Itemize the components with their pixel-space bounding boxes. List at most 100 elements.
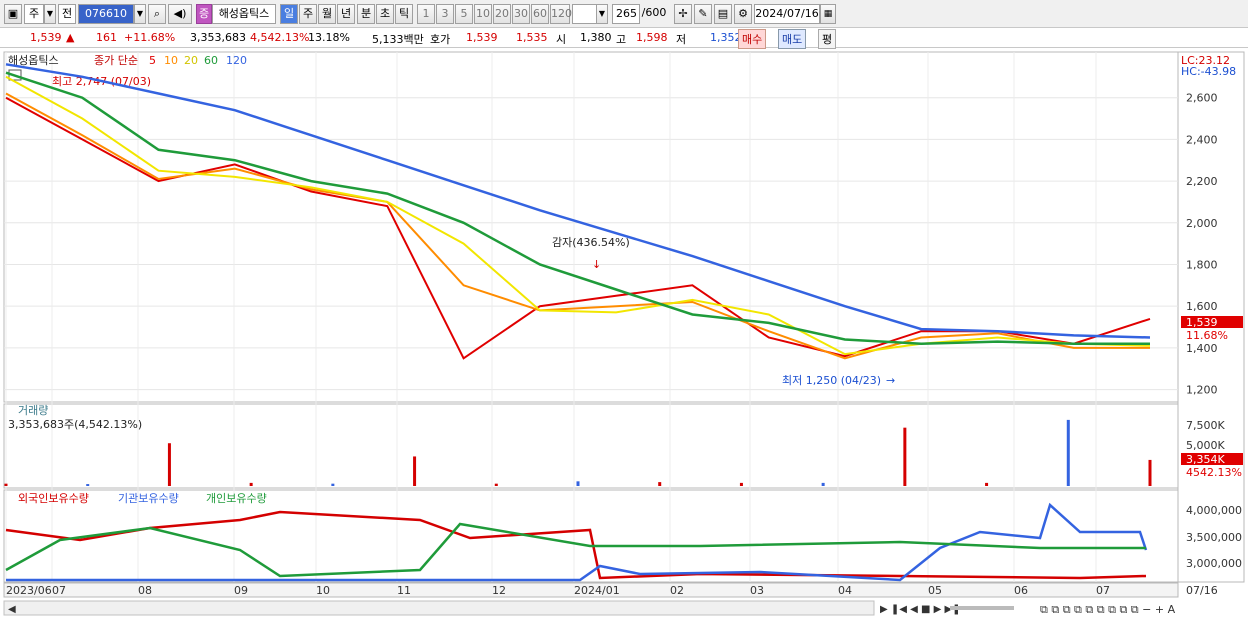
price-tick: 2,200 — [1186, 175, 1218, 188]
scroll-left-icon[interactable]: ◀ — [8, 604, 16, 615]
x-label: 06 — [1014, 584, 1028, 597]
range-total: /600 — [641, 6, 667, 19]
chevron-down-icon[interactable]: ▼ — [134, 4, 146, 24]
window-icons[interactable]: ⧉ ⧉ ⧉ ⧉ ⧉ ⧉ ⧉ ⧉ ⧉ − + A — [1040, 603, 1176, 616]
price-tick: 2,600 — [1186, 92, 1218, 105]
count-button[interactable]: 30 — [512, 4, 530, 24]
x-label: 07 — [52, 584, 66, 597]
volume-bar — [167, 443, 171, 486]
scrollbar-track[interactable] — [3, 600, 875, 616]
price-tick: 1,400 — [1186, 342, 1218, 355]
x-label: 11 — [397, 584, 411, 597]
x-label: 10 — [316, 584, 330, 597]
volume-bar — [985, 482, 989, 486]
period-tab[interactable]: 일 — [280, 4, 298, 24]
price-panel[interactable] — [3, 51, 1179, 403]
speaker-icon[interactable]: ◀) — [168, 4, 192, 24]
last-pct: 11.68% — [1186, 329, 1228, 342]
ask: 1,535 — [516, 31, 548, 44]
holding-tick: 4,000,000 — [1186, 504, 1242, 517]
count-button[interactable]: 20 — [493, 4, 511, 24]
count-button[interactable]: 120 — [550, 4, 572, 24]
volume-pct: 4,542.13% — [250, 31, 310, 44]
legend-institution: 기관보유수량 — [118, 492, 179, 505]
volume-bar — [331, 483, 335, 486]
last-price: 1,539 — [1186, 316, 1218, 329]
volume-bar — [86, 484, 90, 486]
volume-bar — [4, 483, 8, 486]
toolbar: ▣ 주 ▼ 전 076610 ▼ ⌕ ◀) 증 해성옵틱스 일 주 월 년 분 … — [0, 0, 1248, 28]
x-label: 2023/06 — [6, 584, 52, 597]
date-input[interactable]: 2024/07/16 — [754, 4, 820, 24]
count-button[interactable]: 1 — [417, 4, 435, 24]
volume-bar — [1148, 459, 1152, 486]
up-triangle-icon: ▲ — [66, 31, 75, 44]
low: 1,352 — [710, 31, 742, 44]
draw-icon[interactable]: ✎ — [694, 4, 712, 24]
buy-button[interactable]: 매수 — [738, 29, 767, 49]
holding-tick: 3,500,000 — [1186, 531, 1242, 544]
x-label: 04 — [838, 584, 852, 597]
period-tab[interactable]: 월 — [318, 4, 336, 24]
volume-panel[interactable] — [3, 403, 1179, 489]
count-button[interactable]: 5 — [455, 4, 473, 24]
x-axis-right-label: 07/16 — [1186, 584, 1218, 597]
period-tab[interactable]: 년 — [337, 4, 355, 24]
code-input[interactable]: 076610 — [78, 4, 134, 24]
x-label: 09 — [234, 584, 248, 597]
period-tab[interactable]: 분 — [357, 4, 375, 24]
volume-bar — [494, 483, 498, 486]
count-button[interactable]: 3 — [436, 4, 454, 24]
x-label: 08 — [138, 584, 152, 597]
sell-button[interactable]: 매도 — [778, 29, 807, 49]
last-volume: 3,354K — [1186, 453, 1225, 466]
play-icon[interactable]: ▶ ❚◀ ◀ ■ ▶ ▶❚ — [880, 604, 961, 615]
turnover: 13.18% — [308, 31, 350, 44]
legend-ma-5: 5 — [149, 54, 156, 67]
save-icon[interactable]: ▤ — [714, 4, 732, 24]
volume-bar — [739, 482, 743, 486]
search-icon[interactable]: ⌕ — [148, 4, 166, 24]
x-label: 12 — [492, 584, 506, 597]
chart-area[interactable]: 해성옵틱스 종가 단순 5 10 20 60 120 최고 2,747 (07/… — [0, 50, 1248, 621]
calendar-icon[interactable]: ▦ — [820, 4, 836, 24]
period-tab[interactable]: 주 — [299, 4, 317, 24]
x-label: 2024/01 — [574, 584, 620, 597]
count-button[interactable]: 60 — [531, 4, 549, 24]
high: 1,598 — [636, 31, 668, 44]
volume-bar — [413, 456, 417, 486]
volume-bar — [576, 481, 580, 486]
amount: 5,133백만 — [372, 33, 424, 46]
volume-value: 3,353,683주(4,542.13%) — [8, 418, 142, 431]
price-tick: 2,000 — [1186, 217, 1218, 230]
count-button[interactable]: 10 — [474, 4, 492, 24]
legend-ma-20: 20 — [184, 54, 198, 67]
right-arrow-icon: → — [886, 374, 895, 387]
crosshair-icon[interactable]: ✢ — [674, 4, 692, 24]
volume: 3,353,683 — [190, 31, 246, 44]
price-tick: 1,800 — [1186, 258, 1218, 271]
legend-individual: 개인보유수량 — [206, 492, 267, 505]
zoom-slider[interactable] — [950, 606, 1014, 610]
high-label: 고 — [616, 33, 627, 46]
panel-icon[interactable]: ▣ — [4, 4, 22, 24]
market-select[interactable]: 주 — [24, 4, 44, 24]
legend-ma-120: 120 — [226, 54, 247, 67]
x-label: 02 — [670, 584, 684, 597]
volume-bar — [658, 482, 662, 486]
legend-foreign: 외국인보유수량 — [18, 492, 89, 505]
last-volume-pct: 4542.13% — [1186, 466, 1242, 479]
stock-chart-window: ▣ 주 ▼ 전 076610 ▼ ⌕ ◀) 증 해성옵틱스 일 주 월 년 분 … — [0, 0, 1248, 621]
chevron-down-icon[interactable]: ▼ — [596, 4, 608, 24]
range-input[interactable]: 265 — [612, 4, 640, 24]
chevron-down-icon[interactable]: ▼ — [44, 4, 56, 24]
down-arrow-icon: ↓ — [592, 258, 601, 271]
period-tab[interactable]: 틱 — [395, 4, 413, 24]
hc-label: HC:-43.98 — [1181, 65, 1236, 78]
gear-icon[interactable]: ⚙ — [734, 4, 752, 24]
eval-button[interactable]: 평 — [818, 29, 837, 49]
event-annotation: 감자(436.54%) — [552, 236, 630, 249]
bid: 1,539 — [466, 31, 498, 44]
period-tab[interactable]: 초 — [376, 4, 394, 24]
prev-button[interactable]: 전 — [58, 4, 76, 24]
